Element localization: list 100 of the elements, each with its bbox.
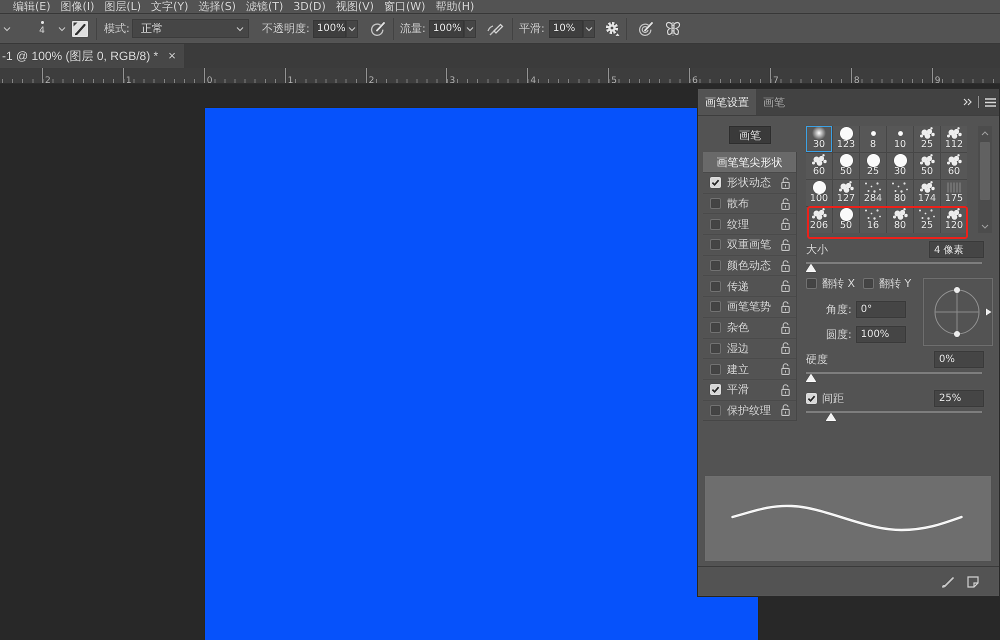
menu-item[interactable]: 图层(L) — [104, 0, 142, 13]
angle-field[interactable]: 0° — [856, 301, 906, 318]
angle-roundness-dial[interactable] — [923, 278, 993, 346]
brush-preset[interactable]: 10 — [887, 126, 913, 152]
slider-thumb[interactable] — [826, 413, 836, 421]
butterfly-icon[interactable] — [665, 20, 681, 36]
size-field[interactable]: 4 像素 — [929, 241, 984, 258]
brush-preset[interactable]: 80 — [887, 180, 913, 206]
checkbox[interactable] — [710, 239, 721, 250]
brush-option-item[interactable]: 传递 — [703, 275, 796, 296]
brush-preset[interactable]: 50 — [833, 153, 859, 179]
brush-preset[interactable]: 30 — [887, 153, 913, 179]
chevron-down-icon[interactable] — [981, 224, 989, 229]
hardness-field[interactable]: 0% — [934, 351, 984, 368]
dropdown-button[interactable] — [346, 20, 358, 38]
chevron-down-icon[interactable] — [3, 26, 11, 32]
menu-item[interactable]: 编辑(E) — [13, 0, 51, 13]
brush-option-item[interactable]: 颜色动态 — [703, 254, 796, 276]
smoothing-field[interactable]: 10% — [549, 20, 583, 38]
roundness-field[interactable]: 100% — [856, 326, 906, 343]
brush-icon[interactable] — [941, 576, 955, 588]
brush-option-item[interactable]: 保护纹理 — [703, 400, 796, 420]
lock-icon[interactable] — [781, 342, 790, 354]
lock-icon[interactable] — [781, 322, 790, 334]
brush-preset[interactable]: 175 — [941, 180, 967, 206]
brush-option-item[interactable]: 建立 — [703, 358, 796, 379]
panel-tab[interactable]: 画笔设置 — [698, 89, 756, 115]
checkbox[interactable] — [863, 278, 874, 288]
flow-field[interactable]: 100% — [429, 20, 464, 38]
dropdown-button[interactable] — [464, 20, 476, 38]
brush-preset[interactable]: 30 — [806, 126, 832, 152]
lock-icon[interactable] — [781, 238, 790, 251]
checkbox[interactable] — [710, 364, 721, 375]
brush-preset[interactable]: 50 — [914, 153, 940, 179]
lock-icon[interactable] — [781, 280, 790, 292]
chevron-down-icon[interactable] — [58, 26, 66, 32]
dropdown-button[interactable] — [583, 20, 595, 38]
chevron-up-icon[interactable] — [981, 131, 989, 136]
brush-preset[interactable]: 284 — [860, 180, 886, 206]
brush-preset[interactable]: 8 — [860, 126, 886, 152]
brushes-button[interactable]: 画笔 — [729, 126, 771, 144]
brush-preset[interactable]: 16 — [860, 207, 886, 233]
spacing-checkbox-option[interactable]: 间距 — [806, 391, 844, 406]
document-tab[interactable]: -1 @ 100% (图层 0, RGB/8) * × — [0, 44, 184, 68]
checkbox[interactable] — [710, 198, 721, 210]
menu-icon[interactable] — [985, 98, 996, 106]
checkbox[interactable] — [710, 301, 721, 312]
flip-checkbox-option[interactable]: 翻转 Y — [863, 276, 912, 290]
brush-preset[interactable]: 80 — [887, 207, 913, 233]
new-page-icon[interactable] — [967, 576, 979, 588]
brush-preset[interactable]: 127 — [833, 180, 859, 206]
menu-item[interactable]: 文字(Y) — [151, 0, 188, 13]
lock-icon[interactable] — [781, 176, 790, 189]
slider-thumb[interactable] — [806, 264, 816, 272]
menu-item[interactable]: 图像(I) — [60, 0, 94, 13]
brush-preset[interactable]: 123 — [833, 126, 859, 152]
menu-item[interactable]: 帮助(H) — [435, 0, 474, 13]
brush-preset[interactable]: 60 — [806, 153, 832, 179]
brush-preset[interactable]: 120 — [941, 207, 967, 233]
opacity-field[interactable]: 100% — [313, 20, 346, 38]
checkbox[interactable] — [710, 322, 721, 334]
brush-option-item[interactable]: 杂色 — [703, 316, 796, 338]
brush-preset[interactable]: 100 — [806, 180, 832, 206]
brush-option-item[interactable]: 散布 — [703, 192, 796, 214]
menu-item[interactable]: 窗口(W) — [384, 0, 426, 13]
lock-icon[interactable] — [781, 198, 790, 210]
brush-preset[interactable]: 60 — [941, 153, 967, 179]
checkbox[interactable] — [806, 278, 817, 288]
brush-option-item[interactable]: 形状动态 — [703, 172, 796, 193]
lock-icon[interactable] — [781, 218, 790, 230]
brush-preset[interactable]: 25 — [860, 153, 886, 179]
brush-option-item[interactable]: 双重画笔 — [703, 234, 796, 255]
brush-size-picker[interactable]: 4 — [36, 16, 48, 40]
flip-checkbox-option[interactable]: 翻转 X — [806, 276, 856, 290]
brush-settings-icon[interactable] — [72, 20, 88, 36]
target-pen-icon[interactable] — [638, 20, 654, 36]
checkbox[interactable] — [710, 280, 721, 292]
brush-preset[interactable]: 174 — [914, 180, 940, 206]
brush-option-item[interactable]: 湿边 — [703, 338, 796, 358]
brush-option-item[interactable]: 纹理 — [703, 213, 796, 234]
brush-preset[interactable]: 25 — [914, 126, 940, 152]
lock-icon[interactable] — [781, 363, 790, 376]
mode-dropdown[interactable]: 正常 — [132, 19, 249, 38]
menu-item[interactable]: 滤镜(T) — [246, 0, 284, 13]
brush-option-item[interactable]: 平滑 — [703, 378, 796, 400]
settings-icon[interactable] — [605, 20, 621, 36]
checkbox[interactable] — [710, 218, 721, 230]
lock-icon[interactable] — [781, 384, 790, 396]
brush-tip-shape-item[interactable]: 画笔笔尖形状 — [703, 152, 796, 172]
checkbox[interactable] — [710, 342, 721, 354]
lock-icon[interactable] — [781, 404, 790, 416]
brush-preset[interactable]: 112 — [941, 126, 967, 152]
double-chevron-icon[interactable] — [963, 98, 972, 106]
lock-icon[interactable] — [781, 260, 790, 272]
close-button[interactable]: × — [166, 49, 178, 63]
lock-icon[interactable] — [781, 300, 790, 313]
scrollbar[interactable] — [978, 126, 992, 233]
checkbox[interactable] — [710, 260, 721, 272]
brush-preset[interactable]: 50 — [833, 207, 859, 233]
menu-item[interactable]: 视图(V) — [336, 0, 374, 13]
